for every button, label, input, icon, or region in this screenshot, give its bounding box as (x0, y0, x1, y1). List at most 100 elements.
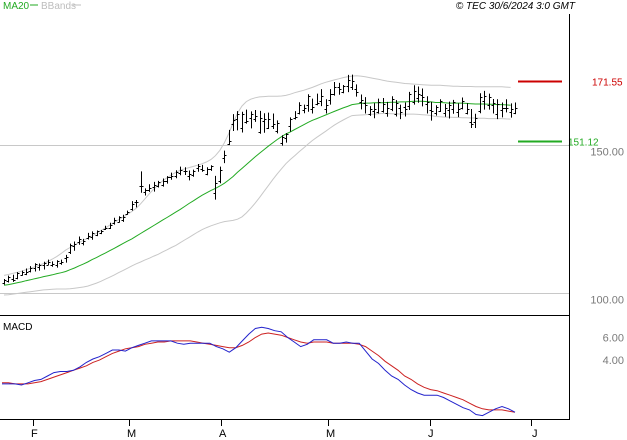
price-bar (253, 109, 258, 122)
price-bar (487, 93, 492, 110)
price-bar (59, 259, 64, 265)
price-bar (235, 111, 240, 131)
support-label: 151.12 (568, 138, 599, 149)
price-bar (491, 98, 496, 114)
price-bar (275, 120, 280, 134)
price-bar (90, 231, 95, 240)
price-bar (332, 82, 337, 96)
price-bar (258, 110, 263, 134)
price-bar (350, 74, 355, 91)
price-bar (200, 164, 205, 172)
price-bar (359, 94, 364, 110)
stock-chart: MA20 BBands © TEC 30/6/2024 3:0 GMT 100.… (0, 1, 624, 440)
signal-line (2, 332, 516, 413)
price-bar (231, 114, 236, 132)
price-bar (381, 98, 386, 113)
x-tick-label-jun: J (428, 428, 434, 440)
price-bar (478, 93, 483, 114)
price-bar (346, 74, 351, 93)
price-bar (473, 113, 478, 129)
price-bar (147, 184, 152, 192)
price-bar (209, 165, 214, 171)
price-panel: 100.00 150.00 171.55 151.12 (0, 74, 624, 307)
bbands-lower-line (3, 113, 511, 296)
price-bar (117, 216, 122, 223)
price-bar (398, 104, 403, 120)
price-bar (443, 104, 448, 117)
price-bar (465, 103, 470, 115)
price-bar (293, 111, 298, 120)
x-tick-label-may: M (326, 428, 335, 440)
price-bar (240, 111, 245, 133)
price-bar (306, 94, 311, 112)
price-bar (451, 99, 456, 114)
macd-title: MACD (3, 322, 32, 333)
price-bar (244, 109, 249, 124)
price-bar (337, 82, 342, 95)
price-bar (324, 99, 329, 114)
price-bar (425, 96, 430, 114)
price-bar (456, 103, 461, 118)
price-bar (416, 86, 421, 103)
price-bar (205, 167, 210, 176)
resistance-label: 171.55 (592, 78, 623, 89)
price-bar (310, 98, 315, 114)
price-bar (513, 102, 518, 115)
ma20-line (3, 100, 511, 286)
price-bar (222, 150, 227, 164)
price-bar (2, 278, 7, 285)
price-bar (385, 101, 390, 117)
x-tick-label-mar: M (127, 428, 136, 440)
price-bar (11, 274, 16, 282)
price-bar (86, 232, 91, 240)
price-bar (376, 98, 381, 114)
price-bars (2, 74, 518, 285)
price-bar (125, 210, 130, 215)
price-bar (156, 180, 161, 188)
price-bar (218, 166, 223, 184)
price-bar (469, 109, 474, 129)
price-bar (28, 266, 33, 273)
price-bar (363, 97, 368, 114)
macd-line (2, 326, 516, 417)
macd-y-tick-label-4: 4.00 (603, 355, 624, 367)
x-axis: F M A M J J (31, 420, 538, 440)
price-bar (165, 176, 170, 184)
price-bar (482, 90, 487, 110)
y-tick-label-100: 100.00 (590, 295, 624, 307)
price-bar (187, 170, 192, 181)
price-bar (139, 171, 144, 193)
price-bar (64, 254, 69, 263)
price-bar (302, 104, 307, 114)
price-bar (341, 84, 346, 94)
price-bar (72, 241, 77, 251)
price-bar (495, 99, 500, 120)
price-bar (420, 88, 425, 107)
x-tick-label-jul: J (532, 428, 538, 440)
price-bar (504, 99, 509, 113)
price-bar (262, 113, 267, 133)
x-tick-label-apr: A (219, 428, 227, 440)
price-bar (271, 113, 276, 129)
price-bar (390, 96, 395, 112)
price-bar (6, 275, 11, 283)
price-bar (143, 188, 148, 196)
bbands-upper-line (3, 75, 511, 276)
price-bar (447, 101, 452, 119)
price-bar (319, 89, 324, 107)
price-bar (249, 111, 254, 129)
price-bar (15, 272, 20, 280)
price-bar (434, 105, 439, 116)
price-bar (55, 260, 60, 268)
price-bar (130, 201, 135, 211)
price-bar (227, 129, 232, 145)
x-tick-label-feb: F (31, 428, 38, 440)
legend-ma20: MA20 (3, 1, 30, 12)
price-bar (297, 102, 302, 115)
price-bar (68, 243, 73, 254)
price-bar (288, 117, 293, 132)
legend-bbands: BBands (41, 1, 76, 12)
price-bar (354, 84, 359, 97)
price-bar (315, 93, 320, 106)
price-bar (438, 99, 443, 113)
